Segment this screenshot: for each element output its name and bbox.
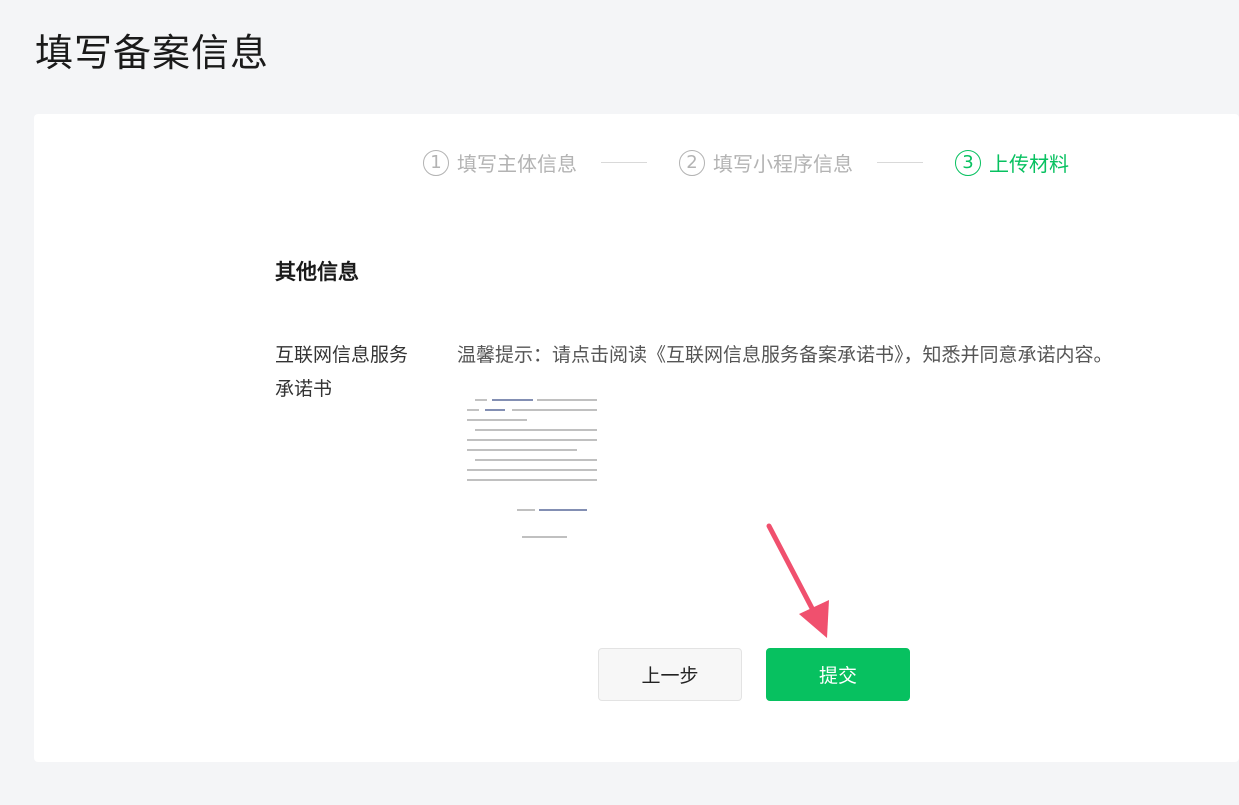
commitment-label: 互联网信息服务 承诺书 bbox=[275, 338, 435, 406]
step-3-number: 3 bbox=[955, 149, 981, 176]
document-thumbnail-icon[interactable] bbox=[457, 392, 617, 542]
step-divider bbox=[877, 162, 923, 163]
commitment-tip: 温馨提示：请点击阅读《互联网信息服务备案承诺书》，知悉并同意承诺内容。 bbox=[457, 344, 1113, 366]
step-2: 2 填写小程序信息 bbox=[679, 148, 853, 177]
step-2-number: 2 bbox=[679, 149, 705, 176]
step-3: 3 上传材料 bbox=[955, 148, 1069, 177]
commitment-label-line2: 承诺书 bbox=[275, 378, 333, 400]
arrow-pointer-icon bbox=[766, 523, 829, 638]
step-1-label: 填写主体信息 bbox=[457, 152, 577, 176]
commitment-label-line1: 互联网信息服务 bbox=[275, 344, 409, 366]
step-3-label: 上传材料 bbox=[989, 152, 1069, 176]
step-1-number: 1 bbox=[423, 149, 449, 176]
step-indicator: 1 填写主体信息 2 填写小程序信息 3 上传材料 bbox=[423, 148, 1069, 177]
section-title: 其他信息 bbox=[275, 260, 359, 284]
submit-button[interactable]: 提交 bbox=[766, 648, 910, 701]
prev-step-button[interactable]: 上一步 bbox=[598, 648, 742, 701]
page-title: 填写备案信息 bbox=[35, 31, 270, 75]
form-card: 1 填写主体信息 2 填写小程序信息 3 上传材料 其他信息 互联网信息服务 承… bbox=[34, 114, 1239, 762]
step-2-label: 填写小程序信息 bbox=[713, 152, 853, 176]
step-1: 1 填写主体信息 bbox=[423, 148, 577, 177]
step-divider bbox=[601, 162, 647, 163]
